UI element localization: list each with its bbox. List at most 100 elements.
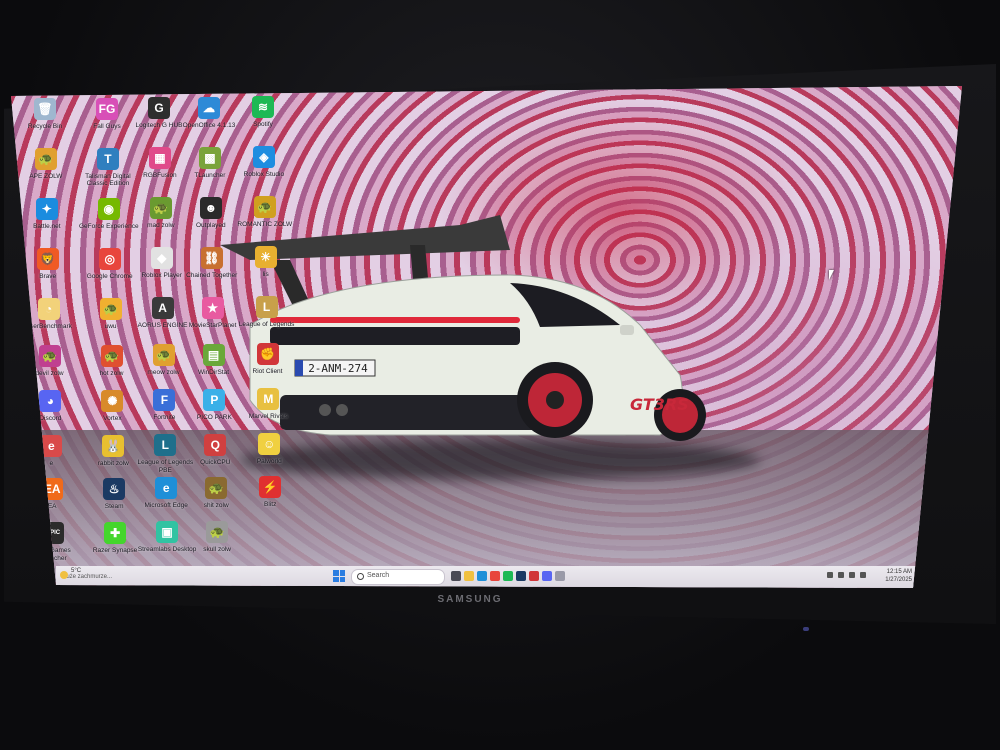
clock-time: 12:15 AM bbox=[886, 569, 912, 575]
desktop-icon-label: QuickCPU bbox=[200, 458, 231, 466]
quickcpu-icon: Q bbox=[204, 433, 227, 456]
monitor-brand-logo: SAMSUNG bbox=[437, 594, 503, 605]
desktop-icon-windirstat[interactable]: ▤ WinDirStat bbox=[183, 343, 245, 377]
desktop-icon-label: Marvel Rivals bbox=[248, 413, 288, 420]
nvidia-icon: ◉ bbox=[97, 197, 120, 220]
brave-icon: 🦁 bbox=[36, 248, 59, 270]
moviestarplanet-icon: ★ bbox=[201, 296, 224, 319]
desktop-icon-marvel-rivals[interactable]: M Marvel Rivals bbox=[237, 388, 299, 421]
talisman-icon: T bbox=[96, 147, 119, 170]
battlenet-icon: ✦ bbox=[35, 198, 58, 220]
desktop-icon-label: PICO PARK bbox=[196, 413, 232, 421]
desktop-icon-label: Spotify bbox=[253, 121, 273, 128]
desktop-icon-blitz[interactable]: ⚡ Blitz bbox=[239, 476, 301, 509]
turtle-icon: 🐰 bbox=[102, 434, 125, 457]
search-icon bbox=[357, 573, 364, 580]
taskbar-clock[interactable]: 12:15 AM 1/27/2025 bbox=[885, 568, 912, 584]
pico-park-icon: P bbox=[203, 388, 226, 411]
desktop-icon-battle-net[interactable]: ✦ Battle.net bbox=[16, 198, 78, 231]
chevron-up-icon[interactable] bbox=[827, 572, 833, 578]
roblox-studio-icon: ◈ bbox=[252, 146, 275, 168]
palworld-icon: ☺ bbox=[258, 433, 281, 455]
taskbar-app-task-view[interactable] bbox=[451, 571, 461, 581]
vortex-icon: ✺ bbox=[101, 389, 124, 412]
volume-icon[interactable] bbox=[849, 572, 855, 578]
desktop-icon-spotify[interactable]: ≋ Spotify bbox=[232, 96, 294, 129]
desktop-icon-outplayed[interactable]: ☻ Outplayed bbox=[180, 196, 242, 230]
desktop-icon-label: Recycle Bin bbox=[27, 123, 63, 130]
turtle-icon: 🐢 bbox=[149, 197, 172, 219]
desktop-icon-chained-together[interactable]: ⛓ Chained Together bbox=[181, 246, 243, 280]
desktop-icon-label: Palworld bbox=[256, 458, 282, 465]
outplayed-icon: ☻ bbox=[199, 196, 222, 219]
desktop-icon-label: TLauncher bbox=[194, 171, 226, 179]
roblox-icon: ◆ bbox=[150, 247, 173, 269]
desktop-icon-label: Chained Together bbox=[186, 271, 238, 279]
start-button[interactable] bbox=[333, 570, 345, 582]
desktop-icon-label: APE ZOLW bbox=[29, 173, 63, 180]
desktop-icon-pico-park[interactable]: P PICO PARK bbox=[183, 388, 245, 422]
marvel-rivals-icon: M bbox=[257, 388, 280, 410]
desktop-icon-label: WinDirStat bbox=[197, 368, 230, 376]
sun-icon bbox=[60, 571, 68, 579]
league-icon: L bbox=[154, 434, 177, 456]
clock-date: 1/27/2025 bbox=[885, 577, 912, 583]
turtle-icon: 🐢 bbox=[34, 148, 57, 170]
network-icon[interactable] bbox=[838, 572, 844, 578]
desktop-icon-quickcpu[interactable]: Q QuickCPU bbox=[184, 433, 246, 467]
recycle-bin-icon: 🗑 bbox=[34, 98, 56, 120]
streamlabs-icon: ▣ bbox=[156, 521, 179, 543]
app-icon: ☀ bbox=[254, 246, 277, 268]
desktop-icon-label: League of Legends bbox=[238, 321, 295, 328]
desktop-icon-skull-zolw[interactable]: 🐢 skull zolw bbox=[186, 520, 248, 554]
desktop-icon-shit-zolw[interactable]: 🐢 shit zolw bbox=[185, 476, 247, 510]
turtle-icon: 🐢 bbox=[99, 297, 122, 320]
fortnite-icon: F bbox=[153, 389, 176, 411]
riot-client-icon: ✊ bbox=[256, 343, 279, 365]
wallpaper-car: 2-ANM-274 GT3RS bbox=[220, 215, 706, 441]
desktop-icon-label: Roblox Studio bbox=[243, 171, 285, 178]
taskbar-app-chrome[interactable] bbox=[490, 571, 500, 581]
desktop-icon-label: shit zolw bbox=[203, 501, 229, 509]
minecraft-icon: ▩ bbox=[198, 146, 221, 169]
desktop-icon-label: skull zolw bbox=[203, 545, 231, 553]
desktop-icon-lis[interactable]: ☀ lis bbox=[235, 246, 297, 279]
desktop-icon-ape-zolw[interactable]: 🐢 APE ZOLW bbox=[15, 148, 77, 181]
desktop-icon-roblox-studio[interactable]: ◈ Roblox Studio bbox=[233, 146, 295, 179]
desktop-icon-moviestarplanet[interactable]: ★ MovieStarPlanet bbox=[182, 296, 244, 330]
battery-icon[interactable] bbox=[860, 572, 866, 578]
openoffice-icon: ☁ bbox=[198, 96, 220, 119]
mouse-cursor bbox=[829, 270, 834, 280]
desktop-icon-league-of-legends[interactable]: L League of Legends bbox=[236, 296, 298, 329]
taskbar-app-steam[interactable] bbox=[516, 571, 526, 581]
chrome-icon: ◎ bbox=[98, 247, 121, 270]
turtle-icon: 🐢 bbox=[38, 345, 61, 367]
taskbar-app-riot-client[interactable] bbox=[529, 571, 539, 581]
desktop-icon-recycle-bin[interactable]: 🗑 Recycle Bin bbox=[14, 98, 76, 131]
taskbar-app-discord[interactable] bbox=[542, 571, 552, 581]
taskbar-search-box[interactable]: Search bbox=[351, 569, 445, 585]
taskbar-app-file-explorer[interactable] bbox=[464, 571, 474, 581]
taskbar-app-steam-helper[interactable] bbox=[555, 571, 565, 581]
taskbar-app-spotify[interactable] bbox=[503, 571, 513, 581]
desktop-icon-label: OpenOffice 4.1.13 bbox=[182, 121, 236, 129]
desktop-icon-palworld[interactable]: ☺ Palworld bbox=[238, 433, 300, 466]
desktop-icon-romantic-zolw[interactable]: 🐢 ROMANTIC ZOLW bbox=[234, 196, 296, 229]
turtle-icon: 🐢 bbox=[206, 520, 229, 543]
license-plate-text: 2-ANM-274 bbox=[308, 362, 368, 375]
desktop-icon-label: lis bbox=[262, 271, 269, 278]
fall-guys-icon: FG bbox=[96, 97, 118, 120]
weather-widget[interactable]: 5°C Duże zachmurze... bbox=[60, 568, 142, 580]
turtle-icon: 🐢 bbox=[205, 476, 228, 499]
desktop-icon-tlauncher[interactable]: ▩ TLauncher bbox=[179, 146, 241, 180]
weather-description: Duże zachmurze... bbox=[62, 574, 113, 580]
taskbar: 5°C Duże zachmurze... Search 12:15 AM 1/… bbox=[56, 566, 918, 588]
turtle-icon: 🐢 bbox=[253, 196, 276, 218]
steam-icon: ♨ bbox=[103, 477, 126, 500]
desktop-icon-openoffice-4-1-13[interactable]: ☁ OpenOffice 4.1.13 bbox=[178, 96, 240, 130]
taskbar-app-edge[interactable] bbox=[477, 571, 487, 581]
desktop-icon-riot-client[interactable]: ✊ Riot Client bbox=[237, 343, 299, 376]
benchmark-icon: ◔ bbox=[37, 298, 60, 320]
turtle-icon: 🐢 bbox=[100, 344, 123, 367]
car-badge: GT3RS bbox=[630, 395, 689, 414]
